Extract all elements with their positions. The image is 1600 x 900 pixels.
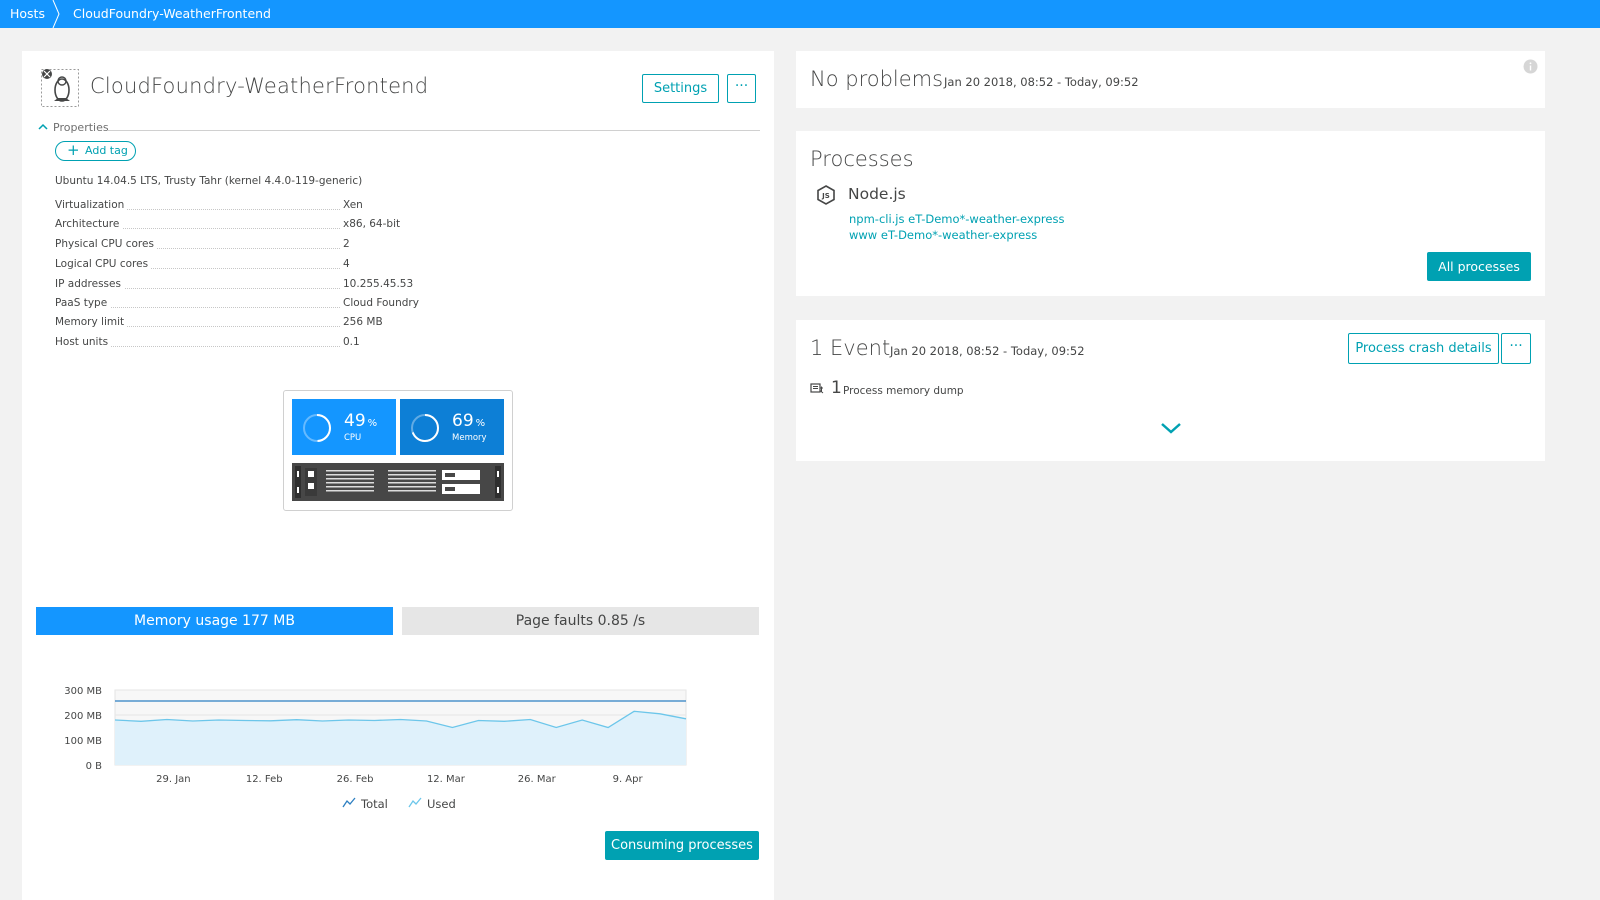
- property-key: Architecture: [55, 218, 123, 230]
- property-key: Virtualization: [55, 199, 128, 211]
- tab-memory-usage[interactable]: Memory usage 177 MB: [36, 607, 393, 635]
- event-count: 1: [831, 378, 842, 398]
- plus-icon: +: [67, 141, 80, 159]
- property-value: 2: [343, 238, 350, 250]
- property-value: Xen: [343, 199, 363, 211]
- cpu-tile[interactable]: 49% CPU: [292, 399, 396, 455]
- host-title: CloudFoundry-WeatherFrontend: [90, 74, 429, 98]
- memory-label: Memory: [452, 433, 487, 443]
- chevron-down-icon[interactable]: [1160, 421, 1182, 435]
- legend-total-icon: [342, 797, 356, 808]
- problems-title: No problems: [810, 67, 944, 91]
- process-link[interactable]: www eT-Demo*-weather-express: [849, 228, 1037, 242]
- breadcrumb: Hosts CloudFoundry-WeatherFrontend: [0, 0, 1600, 28]
- add-tag-label: Add tag: [85, 144, 128, 157]
- x-tick-label: 26. Mar: [518, 774, 557, 785]
- y-tick-label: 300 MB: [64, 686, 102, 697]
- property-value: 4: [343, 258, 350, 270]
- tab-page-faults[interactable]: Page faults 0.85 /s: [402, 607, 759, 635]
- property-row: PaaS type Cloud Foundry: [55, 297, 555, 311]
- legend-used-icon: [408, 797, 422, 808]
- property-value: 256 MB: [343, 316, 383, 328]
- cpu-value: 49%: [344, 411, 377, 431]
- property-value: Cloud Foundry: [343, 297, 419, 309]
- settings-button[interactable]: Settings: [642, 74, 719, 103]
- cpu-label: CPU: [344, 433, 362, 443]
- x-tick-label: 29. Jan: [156, 774, 191, 785]
- property-key: Host units: [55, 336, 112, 348]
- memory-usage-chart[interactable]: 300 MB 200 MB 100 MB 0 B 29. Jan 12. Feb 26. F…: [50, 680, 700, 790]
- properties-label: Properties: [53, 121, 109, 134]
- x-tick-label: 26. Feb: [337, 774, 374, 785]
- property-key: Physical CPU cores: [55, 238, 157, 250]
- cpu-value-number: 49: [344, 411, 366, 431]
- process-group-name[interactable]: Node.js: [848, 185, 906, 203]
- memory-value-number: 69: [452, 411, 474, 431]
- x-tick-label: 12. Mar: [427, 774, 466, 785]
- processes-title: Processes: [810, 147, 914, 171]
- property-row: Architecture x86, 64-bit: [55, 218, 555, 232]
- y-tick-label: 100 MB: [64, 736, 102, 747]
- svg-text:JS: JS: [821, 192, 830, 200]
- property-row: Virtualization Xen: [55, 199, 555, 213]
- property-key: Logical CPU cores: [55, 258, 152, 270]
- host-health-widget[interactable]: 49% CPU 69% Memory: [283, 390, 513, 511]
- os-description: Ubuntu 14.04.5 LTS, Trusty Tahr (kernel …: [55, 175, 363, 187]
- memory-tile[interactable]: 69% Memory: [400, 399, 504, 455]
- cpu-unit: %: [367, 418, 378, 429]
- divider: [108, 130, 760, 131]
- property-value: 0.1: [343, 336, 360, 348]
- memory-dump-icon: [810, 383, 824, 394]
- events-timeframe: Jan 20 2018, 08:52 - Today, 09:52: [890, 344, 1085, 358]
- process-link[interactable]: npm-cli.js eT-Demo*-weather-express: [849, 212, 1064, 226]
- properties-header[interactable]: Properties: [38, 121, 760, 134]
- property-row: Physical CPU cores 2: [55, 238, 555, 252]
- consuming-processes-button[interactable]: Consuming processes: [605, 831, 759, 860]
- property-row: Logical CPU cores 4: [55, 258, 555, 272]
- legend-used[interactable]: Used: [427, 797, 456, 811]
- event-label[interactable]: Process memory dump: [843, 385, 964, 397]
- events-more-button[interactable]: ···: [1501, 333, 1531, 364]
- chevron-up-icon: [38, 123, 48, 130]
- y-tick-label: 0 B: [86, 761, 103, 772]
- property-value: x86, 64-bit: [343, 218, 401, 230]
- y-tick-label: 200 MB: [64, 711, 102, 722]
- nodejs-icon: JS: [817, 185, 835, 205]
- property-row: Memory limit 256 MB: [55, 316, 555, 330]
- all-processes-button[interactable]: All processes: [1427, 252, 1531, 281]
- add-tag-button[interactable]: + Add tag: [55, 141, 136, 161]
- cpu-ring-icon: [303, 414, 331, 442]
- property-row: Host units 0.1: [55, 336, 555, 350]
- memory-ring-icon: [411, 414, 439, 442]
- memory-value: 69%: [452, 411, 485, 431]
- property-key: IP addresses: [55, 278, 124, 290]
- property-key: PaaS type: [55, 297, 111, 309]
- legend-total[interactable]: Total: [361, 797, 388, 811]
- property-value: 10.255.45.53: [343, 278, 414, 290]
- info-icon[interactable]: [1523, 59, 1538, 74]
- linux-host-icon: [41, 69, 79, 107]
- x-tick-label: 12. Feb: [246, 774, 283, 785]
- events-title: 1 Event: [810, 336, 891, 360]
- breadcrumb-hosts[interactable]: Hosts: [10, 0, 45, 28]
- x-tick-label: 9. Apr: [613, 774, 644, 785]
- property-key: Memory limit: [55, 316, 128, 328]
- process-crash-details-button[interactable]: Process crash details: [1348, 333, 1499, 364]
- breadcrumb-current[interactable]: CloudFoundry-WeatherFrontend: [73, 0, 271, 28]
- problems-timeframe: Jan 20 2018, 08:52 - Today, 09:52: [944, 75, 1139, 89]
- server-rack-icon: [292, 463, 504, 501]
- property-row: IP addresses 10.255.45.53: [55, 278, 555, 292]
- breadcrumb-separator-icon: [52, 0, 60, 28]
- more-options-button[interactable]: ···: [727, 74, 756, 103]
- memory-unit: %: [475, 418, 486, 429]
